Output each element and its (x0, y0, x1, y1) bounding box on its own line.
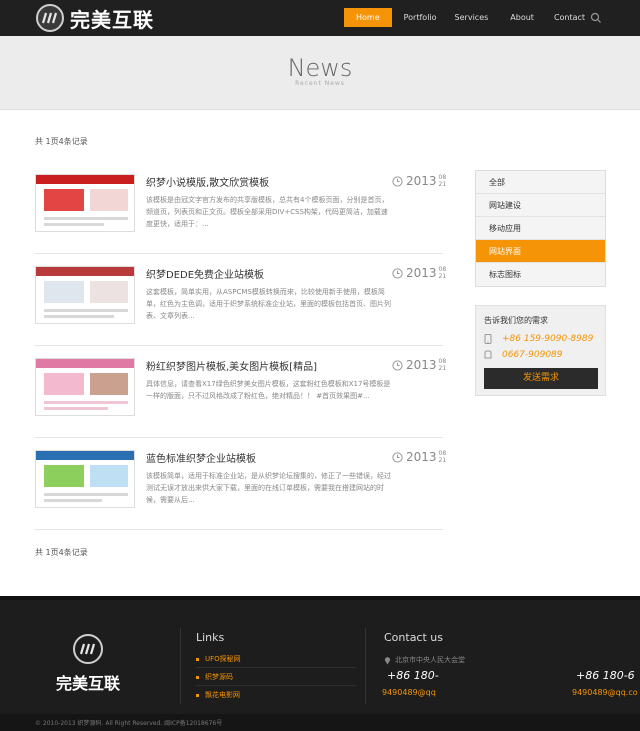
date-year: 2013 (406, 266, 437, 280)
contact-widget: 告诉我们您的需求 +86 159-9090-8989 0667-909089 发… (475, 305, 606, 396)
article-thumbnail[interactable] (35, 174, 135, 232)
clock-icon (392, 175, 403, 187)
footer-address: 北京市中央人民大会堂 (384, 655, 465, 665)
page-subtitle: Recent News (295, 80, 345, 87)
site-logo[interactable]: 完美互联 (36, 4, 154, 32)
links-heading: Links (196, 631, 225, 644)
contact-telephone: 0667-909089 (502, 350, 563, 360)
contact-mobile: +86 159-9090-8989 (502, 334, 594, 344)
clock-icon (392, 359, 403, 371)
date-month: 08 (438, 358, 447, 365)
category-web-build[interactable]: 网站建设 (476, 194, 605, 217)
article-summary: 该模板简单，适用于标准企业站，是从织梦论坛搜集的，修正了一些错误，经过测试无误才… (146, 472, 391, 504)
article-date: 2013 08 21 (392, 450, 446, 464)
nav-home[interactable]: Home (344, 8, 392, 27)
page-banner: News Recent News (0, 36, 640, 110)
article-thumbnail[interactable] (35, 358, 135, 416)
nav-portfolio[interactable]: Portfolio (404, 8, 437, 27)
record-count-top: 共 1页4条记录 (35, 137, 88, 146)
date-month: 08 (438, 450, 447, 457)
nav-contact[interactable]: Contact (554, 8, 585, 27)
footer-link[interactable]: 织梦源码 (196, 672, 233, 682)
article-thumbnail[interactable] (35, 450, 135, 508)
footer-qq: 9490489@qq (382, 688, 436, 697)
article-summary: 这套模板，简单实用，从ASPCMS模板转换而来，比较使用新手使用，模板简单，红色… (146, 288, 391, 320)
article-item[interactable]: 织梦DEDE免费企业站模板 这套模板，简单实用，从ASPCMS模板转换而来，比较… (35, 258, 446, 346)
footer-logo-mark-icon (73, 634, 103, 664)
contact-widget-title: 告诉我们您的需求 (484, 316, 548, 325)
clock-icon (392, 267, 403, 279)
footer-link[interactable]: 飘花电影网 (196, 690, 240, 700)
article-item[interactable]: 蓝色标准织梦企业站模板 该模板简单，适用于标准企业站，是从织梦论坛搜集的，修正了… (35, 442, 446, 530)
copyright-bar: © 2010-2013 织梦源码. All Right Reserved. 闽I… (0, 714, 640, 731)
location-pin-icon (384, 656, 391, 664)
article-title[interactable]: 蓝色标准织梦企业站模板 (146, 450, 256, 465)
nav-about[interactable]: About (510, 8, 534, 27)
date-day: 21 (438, 181, 447, 188)
date-day: 21 (438, 273, 447, 280)
telephone-icon (484, 350, 492, 359)
article-summary: 该模板是由冠文字官方发布的共享版模板，总共有4个模板页面，分别是首页，频道页，列… (146, 196, 389, 228)
article-date: 2013 08 21 (392, 358, 446, 372)
footer-qq-2: 9490489@qq.co (572, 688, 638, 697)
site-footer: 完美互联 Links UFO探秘网 织梦源码 飘花电影网 Contact us … (0, 596, 640, 714)
category-web-ui[interactable]: 网站界面 (476, 240, 605, 263)
top-navbar: 完美互联 Home Portfolio Services About Conta… (0, 0, 640, 36)
article-summary: 具体信息，请查看X17绿色织梦美女图片模板，这套粉红色模板和X17号模板是一样的… (146, 380, 391, 400)
contact-heading: Contact us (384, 631, 443, 644)
date-day: 21 (438, 365, 447, 372)
article-title[interactable]: 织梦DEDE免费企业站模板 (146, 266, 264, 281)
logo-text: 完美互联 (70, 7, 154, 32)
record-count-bottom: 共 1页4条记录 (35, 548, 88, 557)
clock-icon (392, 451, 403, 463)
footer-phone-2: +86 180-6 (576, 669, 635, 682)
copyright-text: © 2010-2013 织梦源码. All Right Reserved. 闽I… (35, 720, 223, 727)
article-title[interactable]: 织梦小说模版,散文欣赏模板 (146, 174, 269, 189)
nav-services[interactable]: Services (455, 8, 489, 27)
category-logo-icons[interactable]: 标志图标 (476, 263, 605, 286)
date-day: 21 (438, 457, 447, 464)
date-month: 08 (438, 266, 447, 273)
category-mobile[interactable]: 移动应用 (476, 217, 605, 240)
send-request-button[interactable]: 发送需求 (484, 368, 598, 389)
article-thumbnail[interactable] (35, 266, 135, 324)
footer-link[interactable]: UFO探秘网 (196, 654, 241, 664)
article-date: 2013 08 21 (392, 266, 446, 280)
article-item[interactable]: 织梦小说模版,散文欣赏模板 该模板是由冠文字官方发布的共享版模板，总共有4个模板… (35, 166, 446, 254)
category-menu: 全部 网站建设 移动应用 网站界面 标志图标 (475, 170, 606, 287)
date-year: 2013 (406, 450, 437, 464)
date-year: 2013 (406, 174, 437, 188)
date-month: 08 (438, 174, 447, 181)
footer-logo-text: 完美互联 (55, 674, 120, 693)
category-all[interactable]: 全部 (476, 171, 605, 194)
date-year: 2013 (406, 358, 437, 372)
article-date: 2013 08 21 (392, 174, 446, 188)
mobile-phone-icon (484, 334, 492, 344)
search-icon[interactable] (590, 12, 602, 24)
article-title[interactable]: 粉红织梦图片模板,美女图片模板[精品] (146, 358, 317, 373)
main-nav: Home Portfolio Services About Contact (344, 8, 585, 27)
footer-phone: +86 180- (387, 669, 439, 682)
footer-logo[interactable]: 完美互联 (45, 634, 131, 694)
logo-mark-icon (36, 4, 64, 32)
page-title: News (287, 54, 353, 82)
article-item[interactable]: 粉红织梦图片模板,美女图片模板[精品] 具体信息，请查看X17绿色织梦美女图片模… (35, 350, 446, 438)
